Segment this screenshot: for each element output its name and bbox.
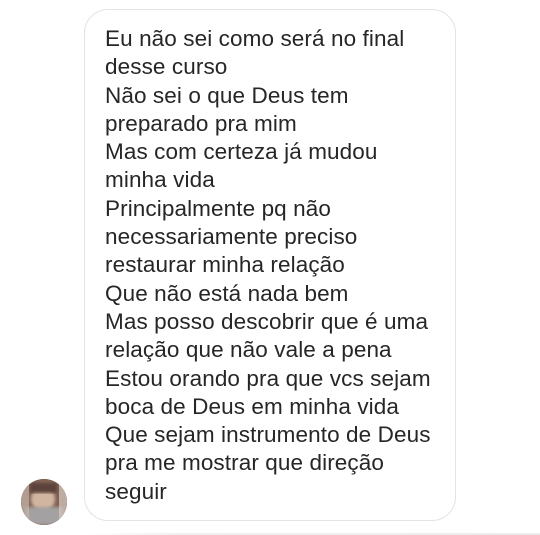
message-line: Mas posso descobrir que é uma (105, 308, 429, 334)
message-line: seguir (105, 478, 167, 504)
message-text: Eu não sei como será no final desse curs… (105, 25, 443, 506)
chat-thread: Eu não sei como será no final desse curs… (0, 0, 540, 535)
message-line: restaurar minha relação (105, 252, 345, 278)
message-line: Principalmente pq não (105, 195, 331, 221)
message-line: boca de Deus em minha vida (105, 393, 400, 419)
message-line: Que não está nada bem (105, 280, 349, 306)
message-line: Eu não sei como será no final (105, 26, 405, 51)
message-line: pra me mostrar que direção (105, 450, 384, 476)
message-line: Mas com certeza já mudou (105, 139, 378, 165)
message-bubble[interactable]: Eu não sei como será no final desse curs… (84, 9, 456, 521)
message-line: desse curso (105, 54, 228, 80)
message-line: necessariamente preciso (105, 224, 358, 250)
avatar[interactable] (21, 479, 67, 525)
message-line: Estou orando pra que vcs sejam (105, 365, 431, 391)
message-line: relação que não vale a pena (105, 337, 392, 363)
message-line: minha vida (105, 167, 215, 193)
message-line: Não sei o que Deus tem (105, 82, 349, 108)
message-line: Que sejam instrumento de Deus (105, 422, 431, 448)
message-line: preparado pra mim (105, 110, 297, 136)
